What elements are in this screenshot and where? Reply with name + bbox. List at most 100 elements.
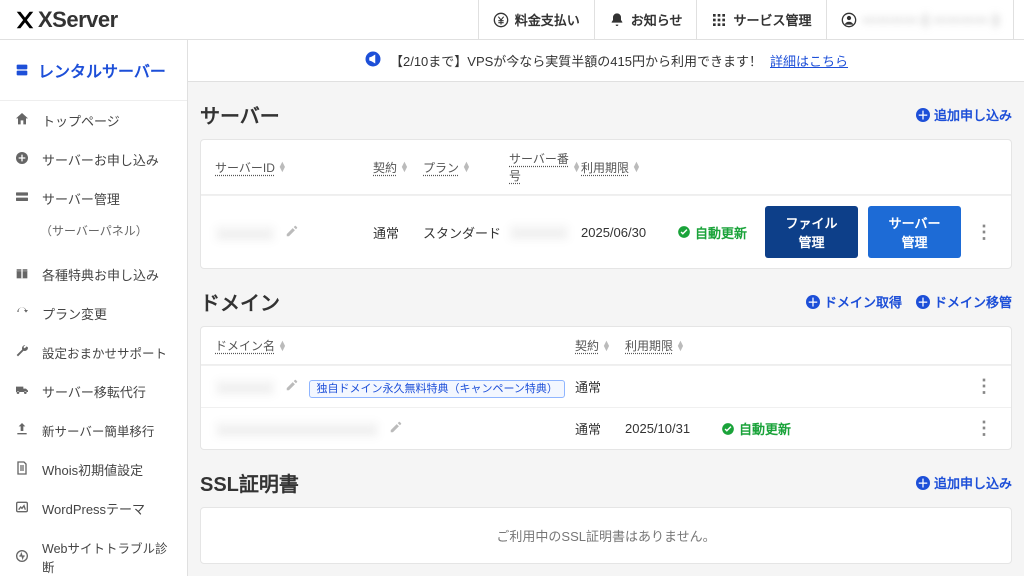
sidebar-item-label: プラン変更 bbox=[42, 304, 107, 323]
col-server-num[interactable]: サーバー番号 bbox=[509, 150, 569, 184]
banner-text: 【2/10まで】VPSが今なら実質半額の415円から利用できます！ bbox=[390, 51, 762, 70]
sidebar-item-label: サーバーお申し込み bbox=[42, 150, 159, 169]
sidebar-item-apply[interactable]: サーバーお申し込み bbox=[0, 140, 187, 179]
server-table-header: サーバーID▲▼ 契約▲▼ プラン▲▼ サーバー番号▲▼ 利用期限▲▼ bbox=[201, 140, 1011, 195]
sidebar: レンタルサーバー トップページ サーバーお申し込み サーバー管理 （サーバーパネ… bbox=[0, 40, 188, 576]
gift-icon bbox=[14, 265, 30, 284]
main-content: 【2/10まで】VPSが今なら実質半額の415円から利用できます！ 詳細はこちら… bbox=[188, 40, 1024, 576]
topnav-services-label: サービス管理 bbox=[733, 10, 811, 29]
server-id-masked: ———— bbox=[215, 225, 275, 242]
kebab-icon[interactable]: ⋮ bbox=[971, 418, 997, 439]
sidebar-item-label: Webサイトトラブル診断 bbox=[42, 538, 173, 576]
sidebar-item-benefits[interactable]: 各種特典お申し込み bbox=[0, 255, 187, 294]
yen-icon bbox=[493, 12, 509, 28]
sort-icon[interactable]: ▲▼ bbox=[676, 341, 685, 351]
grid-icon bbox=[711, 12, 727, 28]
domain-section-title: ドメイン bbox=[200, 287, 280, 316]
palette-icon bbox=[14, 499, 30, 518]
brand-text: XServer bbox=[38, 7, 118, 33]
account-name-masked: ———— ( ———— ) bbox=[863, 12, 1000, 27]
pencil-icon[interactable] bbox=[389, 422, 403, 437]
domain-name-masked: ———— bbox=[215, 379, 275, 396]
server-manage-button[interactable]: サーバー管理 bbox=[868, 206, 961, 258]
domain-badge: 独自ドメイン永久無料特典（キャンペーン特典） bbox=[309, 380, 564, 398]
sidebar-item-label: WordPressテーマ bbox=[42, 499, 145, 518]
sidebar-item-top[interactable]: トップページ bbox=[0, 101, 187, 140]
section-server: サーバー ＋ 追加申し込み サーバーID▲▼ 契約▲▼ プラン▲▼ サーバー番号… bbox=[200, 100, 1012, 269]
server-panel-icon bbox=[14, 189, 30, 208]
ssl-empty-message: ご利用中のSSL証明書はありません。 bbox=[201, 508, 1011, 563]
announcement-banner: 【2/10まで】VPSが今なら実質半額の415円から利用できます！ 詳細はこちら bbox=[188, 40, 1024, 82]
brand-logo[interactable]: XServer bbox=[14, 7, 118, 33]
check-circle-icon bbox=[721, 422, 735, 436]
col-contract[interactable]: 契約 bbox=[373, 159, 397, 176]
sort-icon[interactable]: ▲▼ bbox=[572, 162, 581, 172]
topnav-notices[interactable]: お知らせ bbox=[594, 0, 697, 39]
section-domain: ドメイン ＋ドメイン取得 ＋ドメイン移管 ドメイン名▲▼ 契約▲▼ 利用期限▲▼… bbox=[200, 287, 1012, 450]
kebab-icon[interactable]: ⋮ bbox=[971, 376, 997, 397]
server-plan: スタンダード bbox=[423, 223, 509, 242]
server-num-masked: ———— bbox=[509, 224, 569, 241]
server-contract: 通常 bbox=[373, 223, 423, 242]
sidebar-item-manage-sub[interactable]: （サーバーパネル） bbox=[0, 212, 187, 249]
sort-icon[interactable]: ▲▼ bbox=[278, 341, 287, 351]
col-contract[interactable]: 契約 bbox=[575, 337, 599, 354]
topnav-payment[interactable]: 料金支払い bbox=[478, 0, 594, 39]
pencil-icon[interactable] bbox=[285, 380, 299, 395]
ssl-add-link[interactable]: ＋追加申し込み bbox=[916, 473, 1012, 492]
sidebar-item-wp-theme[interactable]: WordPressテーマ bbox=[0, 489, 187, 528]
topnav-account[interactable]: ———— ( ———— ) bbox=[826, 0, 1015, 39]
domain-acquire-link[interactable]: ＋ドメイン取得 bbox=[806, 292, 902, 311]
plus-icon: ＋ bbox=[916, 108, 930, 122]
topnav-services[interactable]: サービス管理 bbox=[696, 0, 825, 39]
server-add-label: 追加申し込み bbox=[934, 105, 1012, 124]
server-row: ———— 通常 スタンダード ———— 2025/06/30 自動更新 ファイル… bbox=[201, 195, 1011, 268]
ssl-section-title: SSL証明書 bbox=[200, 468, 299, 497]
brand-x-icon bbox=[14, 9, 36, 31]
topnav-notices-label: お知らせ bbox=[631, 10, 683, 29]
col-server-id[interactable]: サーバーID bbox=[215, 159, 275, 176]
sidebar-item-easy-move[interactable]: 新サーバー簡単移行 bbox=[0, 411, 187, 450]
sidebar-item-migration[interactable]: サーバー移転代行 bbox=[0, 372, 187, 411]
server-add-link[interactable]: ＋ 追加申し込み bbox=[916, 105, 1012, 124]
domain-contract: 通常 bbox=[575, 377, 625, 396]
domain-transfer-link[interactable]: ＋ドメイン移管 bbox=[916, 292, 1012, 311]
sidebar-item-plan-change[interactable]: プラン変更 bbox=[0, 294, 187, 333]
plus-circle-icon bbox=[14, 150, 30, 169]
sidebar-item-label: 新サーバー簡単移行 bbox=[42, 421, 154, 440]
pencil-icon[interactable] bbox=[285, 226, 299, 241]
topnav: 料金支払い お知らせ サービス管理 ———— ( ———— ) bbox=[478, 0, 1014, 39]
sort-icon[interactable]: ▲▼ bbox=[278, 162, 287, 172]
megaphone-icon bbox=[364, 50, 382, 71]
kebab-icon[interactable]: ⋮ bbox=[971, 222, 997, 243]
sort-icon[interactable]: ▲▼ bbox=[400, 162, 409, 172]
sidebar-item-support[interactable]: 設定おまかせサポート bbox=[0, 333, 187, 372]
topbar: XServer 料金支払い お知らせ サービス管理 ———— ( ———— ) bbox=[0, 0, 1024, 40]
domain-row: ———— 独自ドメイン永久無料特典（キャンペーン特典） 通常 ⋮ bbox=[201, 365, 1011, 407]
domain-exp: 2025/10/31 bbox=[625, 421, 721, 436]
plus-icon: ＋ bbox=[916, 476, 930, 490]
bell-icon bbox=[609, 12, 625, 28]
domain-contract: 通常 bbox=[575, 419, 625, 438]
home-icon bbox=[14, 111, 30, 130]
sidebar-item-label: サーバー管理 bbox=[42, 189, 120, 208]
domain-table-header: ドメイン名▲▼ 契約▲▼ 利用期限▲▼ bbox=[201, 327, 1011, 365]
banner-link[interactable]: 詳細はこちら bbox=[770, 51, 848, 70]
sidebar-item-whois[interactable]: Whois初期値設定 bbox=[0, 450, 187, 489]
plus-icon: ＋ bbox=[806, 295, 820, 309]
sidebar-title[interactable]: レンタルサーバー bbox=[0, 40, 187, 100]
sort-icon[interactable]: ▲▼ bbox=[632, 162, 641, 172]
upload-icon bbox=[14, 421, 30, 440]
col-exp[interactable]: 利用期限 bbox=[625, 337, 673, 354]
section-ssl: SSL証明書 ＋追加申し込み ご利用中のSSL証明書はありません。 bbox=[200, 468, 1012, 564]
col-plan[interactable]: プラン bbox=[423, 159, 459, 176]
sidebar-item-trouble[interactable]: Webサイトトラブル診断 bbox=[0, 528, 187, 576]
server-exp: 2025/06/30 bbox=[581, 225, 677, 240]
sidebar-item-label: Whois初期値設定 bbox=[42, 460, 143, 479]
file-manage-button[interactable]: ファイル管理 bbox=[765, 206, 858, 258]
col-domain-name[interactable]: ドメイン名 bbox=[215, 337, 275, 354]
col-exp[interactable]: 利用期限 bbox=[581, 159, 629, 176]
sort-icon[interactable]: ▲▼ bbox=[462, 162, 471, 172]
sort-icon[interactable]: ▲▼ bbox=[602, 341, 611, 351]
sidebar-item-label: トップページ bbox=[42, 111, 120, 130]
